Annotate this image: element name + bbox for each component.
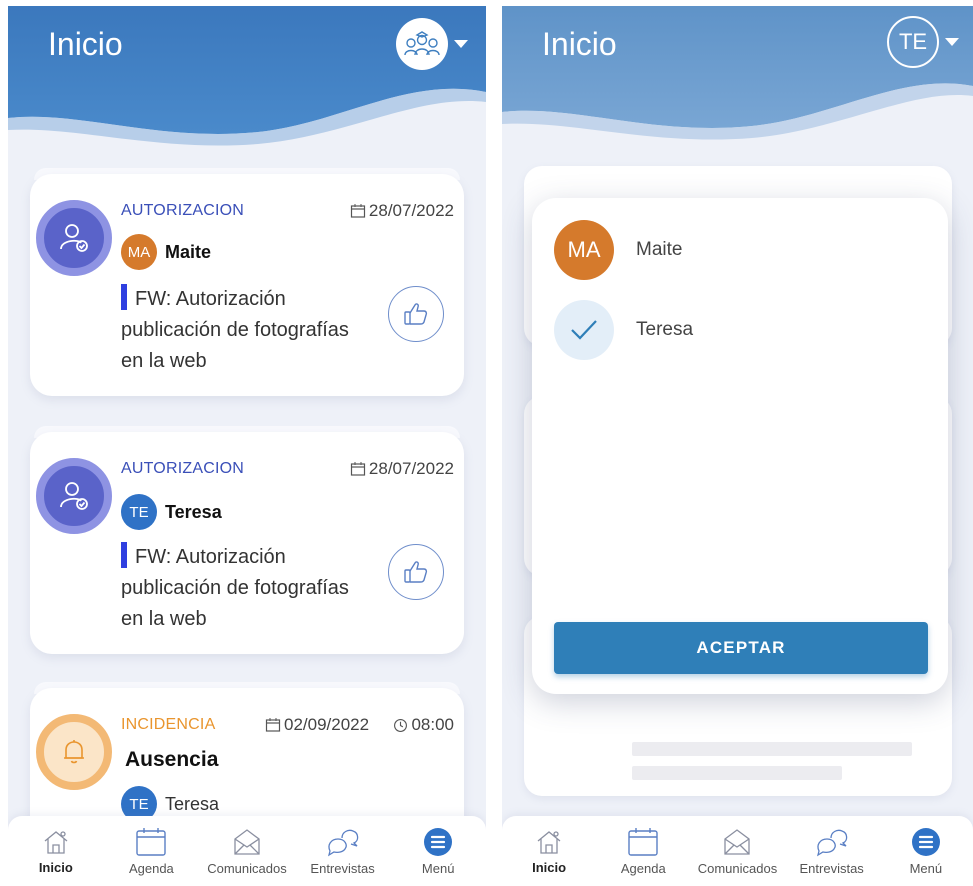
card-message: FW: Autorización publicación de fotograf…	[121, 284, 376, 377]
header: Inicio	[8, 6, 486, 156]
card-type-label: INCIDENCIA	[121, 716, 216, 733]
like-button[interactable]	[388, 544, 444, 600]
nav-item-agenda[interactable]: Agenda	[106, 827, 196, 876]
avatar: TE	[887, 16, 939, 68]
message-marker	[121, 542, 127, 568]
person-selector-dialog: MA Maite Teresa ACEPTAR	[532, 198, 948, 694]
nav-label: Comunicados	[697, 860, 778, 876]
selected-check	[554, 300, 614, 360]
chat-bubbles-icon	[816, 829, 847, 856]
bell-icon	[64, 740, 84, 764]
notification-card[interactable]: AUTORIZACION 28/07/2022 TE Teresa FW: Au…	[30, 432, 464, 654]
option-label: Teresa	[636, 319, 694, 340]
nav-item-inicio[interactable]: Inicio	[504, 828, 594, 875]
avatar: MA	[121, 234, 157, 270]
home-icon	[537, 830, 561, 854]
like-button[interactable]	[388, 286, 444, 342]
check-icon	[571, 320, 597, 340]
card-date: 28/07/2022	[350, 459, 454, 479]
nav-item-comunicados[interactable]: Comunicados	[692, 827, 782, 876]
header: Inicio TE	[502, 6, 973, 156]
chat-bubbles-icon	[327, 829, 358, 856]
skeleton-line	[632, 742, 912, 756]
card-date: 28/07/2022	[350, 201, 454, 221]
card-person: TE Teresa	[121, 494, 222, 530]
nav-item-menu[interactable]: Menú	[393, 827, 483, 876]
option-teresa[interactable]: Teresa	[554, 300, 693, 360]
nav-item-comunicados[interactable]: Comunicados	[202, 827, 292, 876]
notification-card[interactable]: AUTORIZACION 28/07/2022 MA Maite FW: Aut…	[30, 174, 464, 396]
bottom-nav: Inicio Agenda Comunicados Entrevistas Me…	[502, 816, 973, 886]
thumbs-up-icon	[404, 303, 428, 325]
calendar-icon	[350, 204, 366, 218]
profile-selector[interactable]: TE	[887, 16, 959, 68]
person-name: Teresa	[165, 793, 220, 814]
person-name: Maite	[165, 241, 212, 262]
date-text: 28/07/2022	[368, 201, 454, 220]
authorization-type-icon	[36, 200, 112, 276]
right-screen: Inicio TE MA Maite Teresa ACEPTAR Inicio	[502, 6, 973, 886]
nav-item-entrevistas[interactable]: Entrevistas	[787, 827, 877, 876]
left-screen: Inicio AUTORIZACION 28/07/2022 MA Maite …	[8, 6, 486, 886]
message-text: FW: Autorización publicación de fotograf…	[121, 288, 349, 372]
envelope-icon	[724, 828, 751, 855]
card-type-label: AUTORIZACION	[121, 202, 245, 219]
menu-icon	[911, 827, 940, 856]
calendar-icon	[628, 827, 658, 856]
thumbs-up-icon	[404, 561, 428, 583]
nav-label: Menú	[421, 860, 455, 876]
date-text: 02/09/2022	[284, 715, 370, 734]
calendar-icon	[350, 462, 366, 476]
envelope-icon	[234, 828, 260, 855]
nav-item-menu[interactable]: Menú	[881, 827, 971, 876]
profile-selector[interactable]	[396, 18, 468, 70]
nav-label: Agenda	[620, 860, 666, 876]
chevron-down-icon	[454, 40, 468, 48]
page-title: Inicio	[542, 26, 617, 62]
card-time: 08:00	[393, 715, 454, 735]
nav-label: Entrevistas	[799, 860, 864, 876]
time-text: 08:00	[411, 715, 454, 734]
menu-icon	[424, 827, 453, 856]
person-name: Teresa	[165, 501, 222, 522]
calendar-icon	[136, 827, 167, 856]
avatar: MA	[554, 220, 614, 280]
message-text: FW: Autorización publicación de fotograf…	[121, 546, 349, 630]
nav-label: Entrevistas	[310, 860, 375, 876]
authorization-type-icon	[36, 458, 112, 534]
card-message: FW: Autorización publicación de fotograf…	[121, 542, 376, 635]
bottom-nav: Inicio Agenda Comunicados Entrevistas Me…	[8, 816, 486, 886]
page-title: Inicio	[48, 26, 123, 62]
user-check-icon	[60, 482, 88, 510]
group-avatar	[396, 18, 448, 70]
skeleton-line	[632, 766, 842, 780]
nav-label: Inicio	[38, 859, 73, 875]
home-icon	[44, 830, 68, 854]
nav-item-entrevistas[interactable]: Entrevistas	[298, 827, 388, 876]
nav-label: Inicio	[532, 859, 567, 875]
user-check-icon	[60, 224, 88, 252]
option-label: Maite	[636, 239, 683, 260]
chevron-down-icon	[945, 38, 959, 46]
clock-icon	[394, 718, 408, 732]
card-type-label: AUTORIZACION	[121, 460, 245, 477]
students-icon	[404, 31, 440, 56]
nav-label: Comunicados	[207, 860, 287, 876]
nav-item-inicio[interactable]: Inicio	[11, 828, 101, 875]
calendar-icon	[265, 718, 281, 732]
message-marker	[121, 284, 127, 310]
card-title: Ausencia	[125, 748, 219, 771]
incident-type-icon	[36, 714, 112, 790]
card-date: 02/09/2022	[265, 715, 369, 735]
nav-item-agenda[interactable]: Agenda	[598, 827, 688, 876]
nav-label: Menú	[909, 860, 943, 876]
accept-button[interactable]: ACEPTAR	[554, 622, 928, 674]
nav-label: Agenda	[128, 860, 174, 876]
date-text: 28/07/2022	[368, 459, 454, 478]
card-person: MA Maite	[121, 234, 211, 270]
avatar: TE	[121, 494, 157, 530]
option-maite[interactable]: MA Maite	[554, 220, 682, 280]
